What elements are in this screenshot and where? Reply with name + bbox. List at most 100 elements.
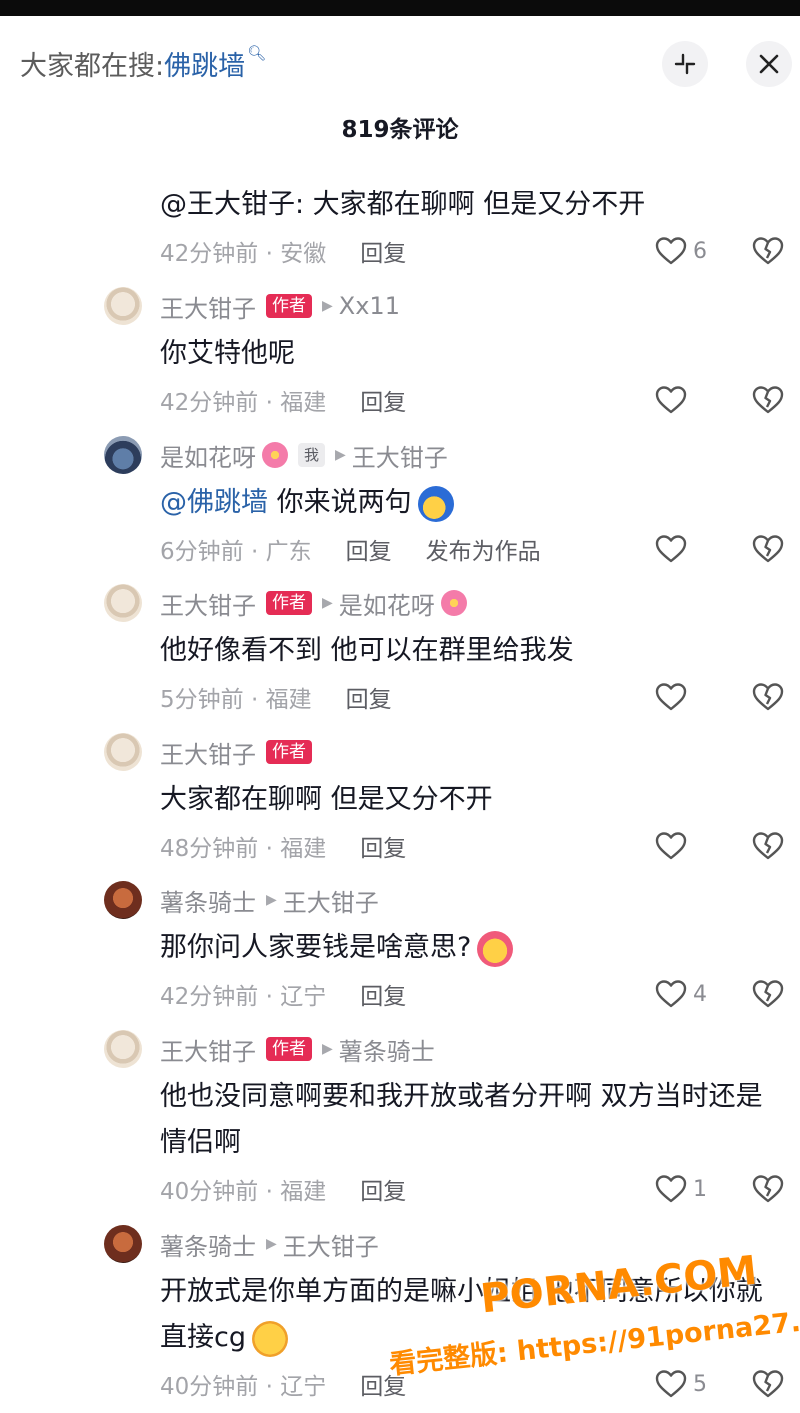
reply-button[interactable]: 回复: [360, 829, 406, 863]
comment-time-location: 48分钟前 · 福建: [160, 836, 327, 862]
comment-header: 王大钳子 作者 ▶ 是如花呀: [160, 586, 467, 621]
heart-icon: [655, 535, 687, 563]
like-button[interactable]: 1: [655, 1172, 707, 1206]
avatar[interactable]: [104, 1225, 142, 1263]
reply-button[interactable]: 回复: [360, 977, 406, 1011]
dislike-button[interactable]: [751, 1367, 785, 1401]
reply-to-user[interactable]: Xx11: [339, 292, 400, 320]
like-button[interactable]: 6: [655, 234, 707, 268]
username[interactable]: 王大钳子: [160, 735, 256, 770]
close-button[interactable]: [746, 41, 792, 87]
broken-heart-icon: [752, 1175, 784, 1203]
comment-meta: 5分钟前 · 福建 回复: [160, 680, 392, 714]
heart-icon: [655, 683, 687, 711]
dislike-button[interactable]: [751, 383, 785, 417]
mention-link[interactable]: @佛跳墙: [160, 487, 268, 518]
author-badge: 作者: [266, 294, 312, 318]
reply-to-user[interactable]: 是如花呀: [339, 586, 435, 621]
reply-to-user[interactable]: 王大钳子: [352, 438, 448, 473]
username[interactable]: 是如花呀: [160, 438, 256, 473]
like-button[interactable]: 5: [655, 1367, 707, 1401]
dislike-button[interactable]: [751, 234, 785, 268]
dislike-button[interactable]: [751, 977, 785, 1011]
like-count: 6: [693, 238, 707, 264]
broken-heart-icon: [752, 237, 784, 265]
comment-header: 薯条骑士 ▶ 王大钳子: [160, 1227, 379, 1262]
like-count: 5: [693, 1371, 707, 1397]
username[interactable]: 王大钳子: [160, 1032, 256, 1067]
search-icon: 🔍︎: [247, 44, 267, 62]
reply-to-user[interactable]: 薯条骑士: [339, 1032, 435, 1067]
comment-text-content: 你来说两句: [268, 487, 412, 518]
username[interactable]: 薯条骑士: [160, 1227, 256, 1262]
reply-to-user[interactable]: 王大钳子: [283, 1227, 379, 1262]
emoji-icon: [417, 485, 454, 522]
like-button[interactable]: [655, 680, 693, 714]
reply-arrow-icon: ▶: [322, 1041, 333, 1057]
comment-text: 他也没同意啊要和我开放或者分开啊 双方当时还是情侣啊: [160, 1081, 763, 1158]
flower-emoji-icon: [440, 590, 467, 616]
comment-time-location: 6分钟前 · 广东: [160, 539, 312, 565]
comment-count: 819条评论: [341, 117, 459, 143]
broken-heart-icon: [752, 1370, 784, 1398]
reply-arrow-icon: ▶: [322, 595, 333, 611]
avatar[interactable]: [104, 1030, 142, 1068]
broken-heart-icon: [752, 386, 784, 414]
dislike-button[interactable]: [751, 680, 785, 714]
collapse-button[interactable]: [662, 41, 708, 87]
reply-button[interactable]: 回复: [346, 680, 392, 714]
avatar[interactable]: [104, 287, 142, 325]
avatar[interactable]: [104, 881, 142, 919]
avatar[interactable]: [104, 733, 142, 771]
reply-to-user[interactable]: 王大钳子: [283, 883, 379, 918]
flower-emoji-icon: [262, 442, 288, 468]
reply-button[interactable]: 回复: [346, 532, 392, 566]
username[interactable]: 薯条骑士: [160, 883, 256, 918]
comment-text: @王大钳子: 大家都在聊啊 但是又分不开: [160, 189, 646, 220]
dislike-button[interactable]: [751, 532, 785, 566]
reply-arrow-icon: ▶: [266, 1236, 277, 1252]
like-count: 1: [693, 1176, 707, 1202]
broken-heart-icon: [752, 832, 784, 860]
like-count: 4: [693, 981, 707, 1007]
comment-text: @佛跳墙 你来说两句: [160, 480, 785, 526]
search-suggestion-keyword[interactable]: 佛跳墙: [164, 51, 245, 82]
dislike-button[interactable]: [751, 1172, 785, 1206]
avatar[interactable]: [104, 436, 142, 474]
comment-header: 薯条骑士 ▶ 王大钳子: [160, 883, 379, 918]
comment-meta: 42分钟前 · 福建 回复: [160, 383, 406, 417]
reply-arrow-icon: ▶: [322, 298, 333, 314]
username[interactable]: 王大钳子: [160, 586, 256, 621]
broken-heart-icon: [752, 980, 784, 1008]
dislike-button[interactable]: [751, 829, 785, 863]
heart-icon: [655, 1370, 687, 1398]
publish-as-post-button[interactable]: 发布为作品: [426, 532, 541, 566]
emoji-icon: [477, 930, 514, 967]
heart-icon: [655, 237, 687, 265]
comment-meta: 42分钟前 · 辽宁 回复: [160, 977, 406, 1011]
comment-header: 王大钳子 作者 ▶ 薯条骑士: [160, 1032, 435, 1067]
reply-button[interactable]: 回复: [360, 383, 406, 417]
username[interactable]: 王大钳子: [160, 289, 256, 324]
avatar[interactable]: [104, 584, 142, 622]
comment-meta: 48分钟前 · 福建 回复: [160, 829, 406, 863]
heart-icon: [655, 980, 687, 1008]
reply-button[interactable]: 回复: [360, 1172, 406, 1206]
author-badge: 作者: [266, 740, 312, 764]
like-button[interactable]: [655, 383, 693, 417]
heart-icon: [655, 386, 687, 414]
comment-text-content: 那你问人家要钱是啥意思?: [160, 932, 472, 963]
like-button[interactable]: [655, 829, 693, 863]
heart-icon: [655, 1175, 687, 1203]
comment-meta: 40分钟前 · 福建 回复: [160, 1172, 406, 1206]
search-suggestion-prefix: 大家都在搜:: [20, 51, 165, 82]
broken-heart-icon: [752, 535, 784, 563]
search-suggestion[interactable]: 大家都在搜:佛跳墙 🔍︎: [20, 44, 266, 83]
like-button[interactable]: [655, 532, 693, 566]
comment-time-location: 42分钟前 · 福建: [160, 390, 327, 416]
emoji-icon: [251, 1320, 288, 1357]
comment-header: 王大钳子 作者 ▶ Xx11: [160, 289, 400, 324]
like-button[interactable]: 4: [655, 977, 707, 1011]
reply-button[interactable]: 回复: [360, 234, 406, 268]
comment-time-location: 5分钟前 · 福建: [160, 687, 312, 713]
